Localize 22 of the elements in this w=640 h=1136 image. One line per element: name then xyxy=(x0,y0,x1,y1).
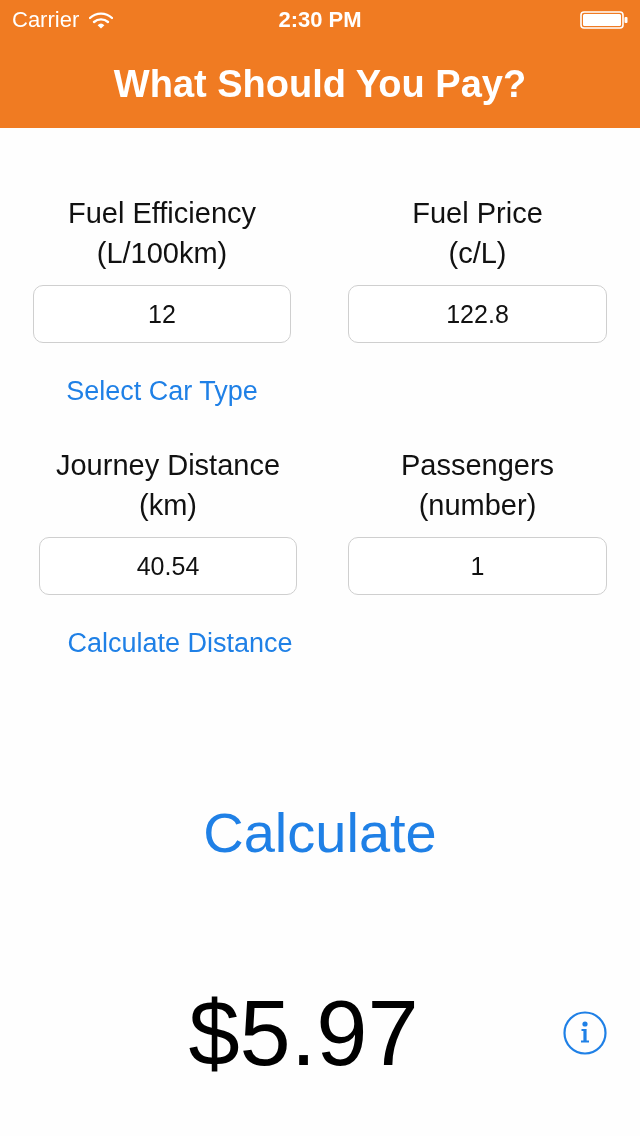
unit-label: (c/L) xyxy=(448,236,507,271)
calculate-button[interactable]: Calculate xyxy=(197,798,443,868)
input-field[interactable]: 40.54 xyxy=(39,537,297,595)
field-label: Passengers xyxy=(400,448,555,483)
battery-icon xyxy=(580,11,628,29)
app-title: What Should You Pay? xyxy=(112,62,528,107)
link-button[interactable]: Calculate Distance xyxy=(67,626,293,660)
info-icon[interactable] xyxy=(563,1011,607,1055)
input-field[interactable]: 12 xyxy=(33,285,291,343)
unit-label: (km) xyxy=(139,488,197,523)
field-label: Fuel Price xyxy=(412,196,543,231)
field-label: Journey Distance xyxy=(55,448,281,483)
field-label: Fuel Efficiency xyxy=(67,196,256,231)
wifi-icon xyxy=(89,11,114,29)
link-button[interactable]: Select Car Type xyxy=(66,374,258,408)
input-field[interactable]: 1 xyxy=(348,537,607,595)
unit-label: (L/100km) xyxy=(96,236,228,271)
status-time: 2:30 PM xyxy=(278,7,362,33)
carrier-name: Carrier xyxy=(12,7,80,33)
result-amount: $5.97 xyxy=(188,981,419,1086)
input-field[interactable]: 122.8 xyxy=(348,285,607,343)
unit-label: (number) xyxy=(418,488,537,523)
